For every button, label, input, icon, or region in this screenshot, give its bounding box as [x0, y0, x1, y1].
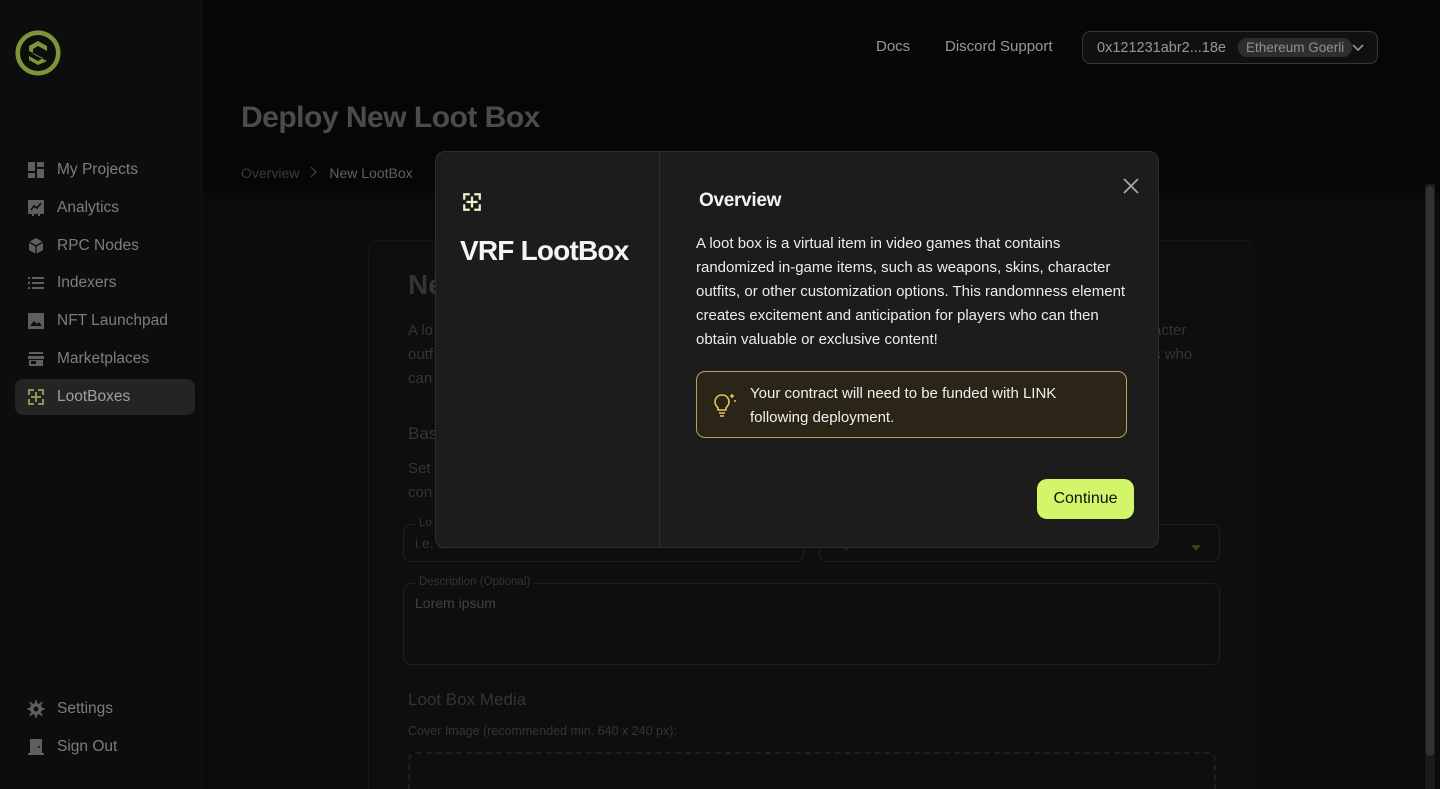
vrf-lootbox-modal: VRF LootBox Overview A loot box is a vir… — [435, 151, 1159, 548]
modal-description: A loot box is a virtual item in video ga… — [696, 235, 1126, 348]
modal-side-panel: VRF LootBox — [436, 152, 660, 547]
close-icon[interactable] — [1122, 177, 1140, 195]
lootbox-icon — [462, 192, 482, 217]
modal-title: VRF LootBox — [460, 235, 629, 266]
lightbulb-icon — [711, 392, 737, 423]
modal-heading: Overview — [699, 190, 782, 211]
notice-text: Your contract will need to be funded wit… — [750, 385, 1057, 426]
continue-button[interactable]: Continue — [1037, 479, 1134, 519]
funding-notice: Your contract will need to be funded wit… — [696, 371, 1127, 438]
